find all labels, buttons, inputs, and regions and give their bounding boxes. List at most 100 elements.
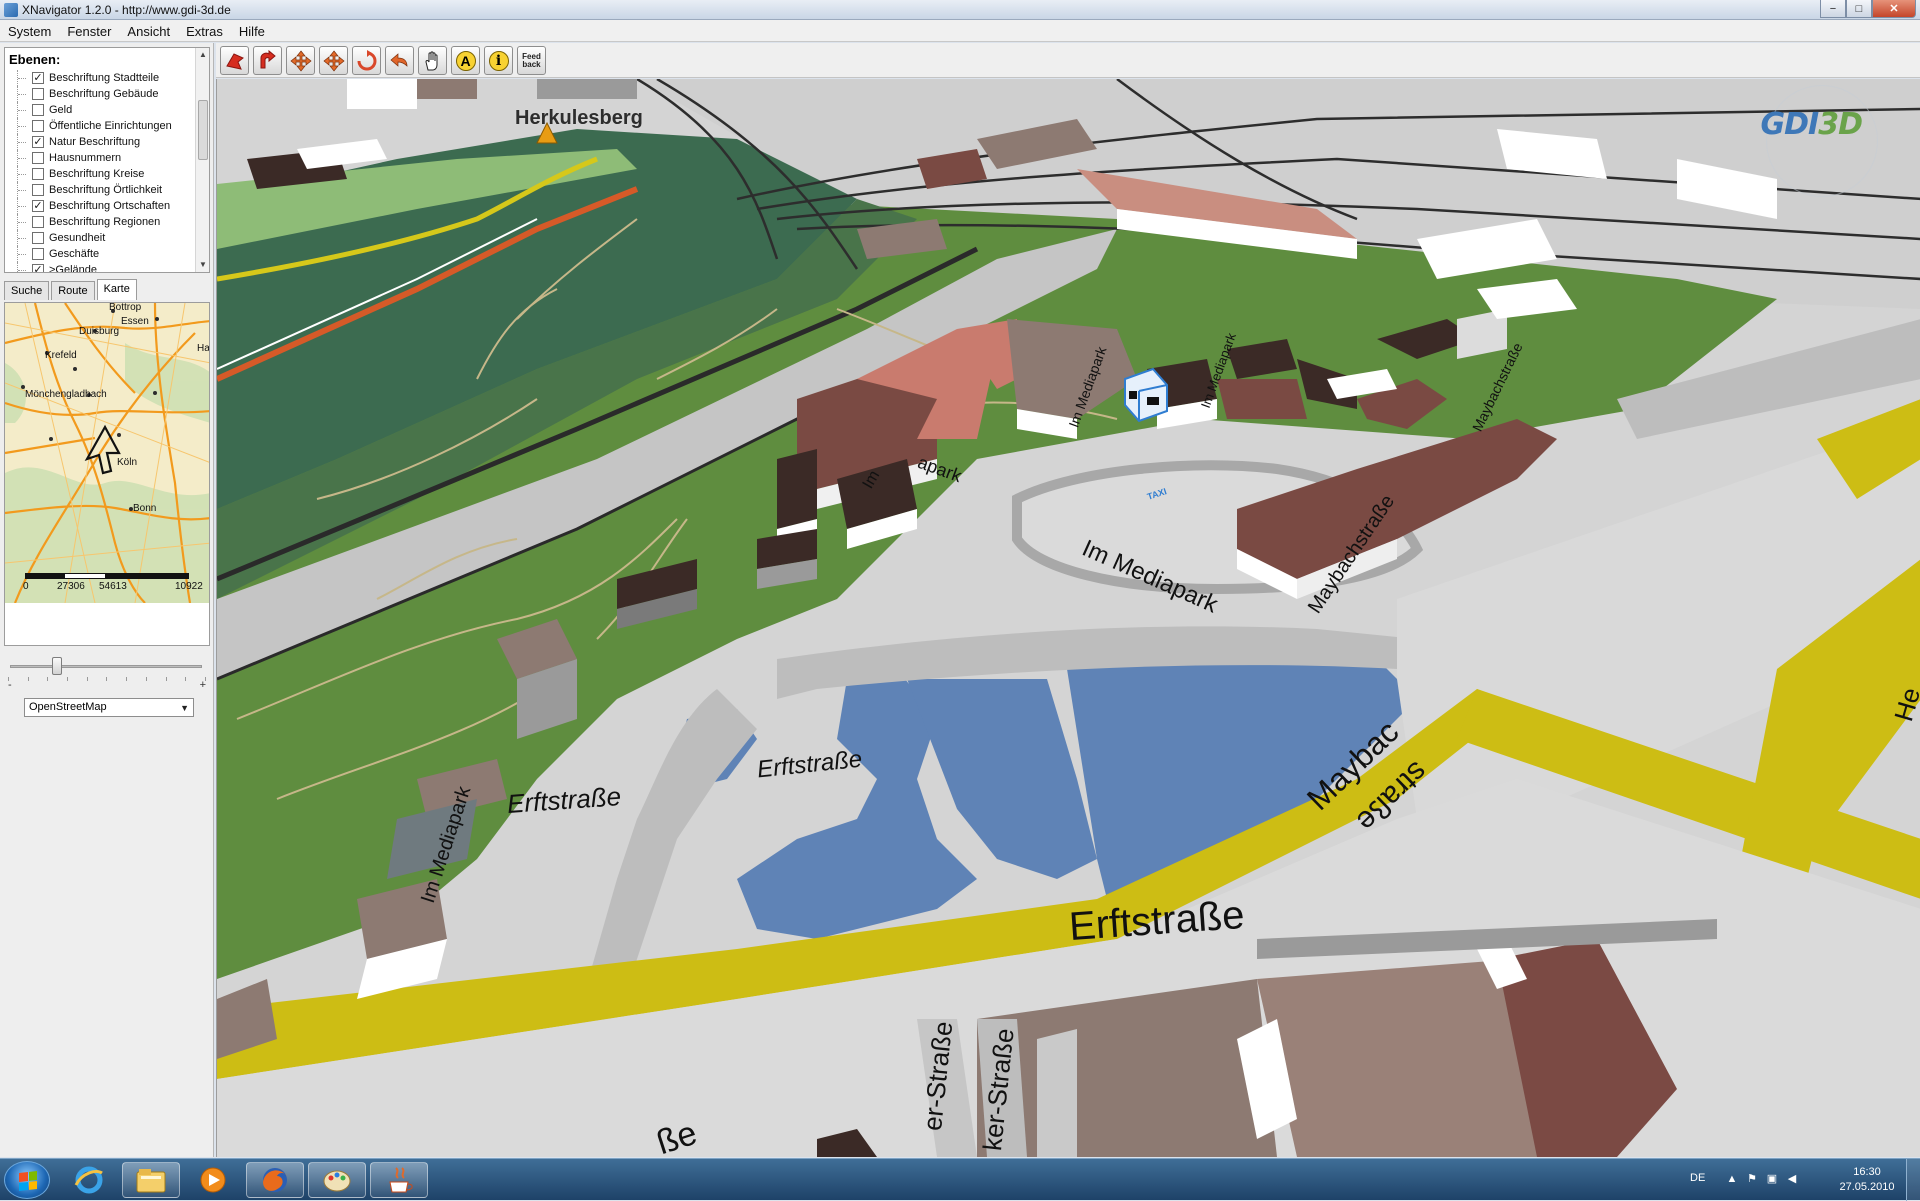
layer-row[interactable]: Beschriftung Örtlichkeit: [17, 182, 172, 198]
layer-checkbox[interactable]: [32, 104, 44, 116]
rotate-tool-button[interactable]: [352, 46, 381, 75]
zoom-slider-ticks: [8, 677, 206, 683]
overview-map-canvas[interactable]: [5, 303, 210, 646]
zoom-minus-label: -: [8, 679, 12, 691]
overview-map[interactable]: Bottrop Essen Duisburg Krefeld Ha Mönche…: [4, 302, 210, 646]
maximize-button[interactable]: □: [1846, 0, 1872, 18]
java-icon: [389, 1167, 413, 1193]
menu-hilfe[interactable]: Hilfe: [231, 20, 273, 41]
scroll-up-icon[interactable]: ▲: [196, 48, 209, 62]
layer-row[interactable]: Öffentliche Einrichtungen: [17, 118, 172, 134]
layers-scrollbar[interactable]: ▲ ▼: [195, 48, 209, 272]
start-button[interactable]: [4, 1161, 50, 1199]
tree-connector: [17, 182, 27, 198]
menu-fenster[interactable]: Fenster: [59, 20, 119, 41]
tab-route[interactable]: Route: [51, 281, 95, 300]
ie-icon: [74, 1166, 103, 1194]
layer-row[interactable]: Beschriftung Kreise: [17, 166, 172, 182]
tilt-red-tool-button[interactable]: [253, 46, 282, 75]
scroll-thumb[interactable]: [198, 100, 208, 160]
layer-row[interactable]: Gesundheit: [17, 230, 172, 246]
layer-checkbox[interactable]: [32, 232, 44, 244]
layer-list: ✓ Beschriftung Stadtteile Beschriftung Geb…: [17, 70, 172, 273]
layer-checkbox[interactable]: [32, 184, 44, 196]
layer-checkbox[interactable]: ✓: [32, 136, 44, 148]
volume-icon[interactable]: ◀: [1786, 1173, 1798, 1185]
taskbar-java[interactable]: [370, 1162, 428, 1198]
clock[interactable]: 16:30 27.05.2010: [1834, 1165, 1900, 1195]
feedback-button[interactable]: Feed back: [517, 46, 546, 75]
tab-suche[interactable]: Suche: [4, 281, 50, 300]
zoom-slider-track[interactable]: [10, 665, 202, 668]
app-icon: [4, 3, 18, 17]
layer-row[interactable]: ✓ Beschriftung Stadtteile: [17, 70, 172, 86]
map-3d-viewport[interactable]: Herkulesberg Erftstraße Erftstraße Erfts…: [216, 79, 1920, 1157]
media-player-icon: [200, 1167, 226, 1193]
feedback-icon: Feed back: [522, 51, 541, 69]
layer-label: Geld: [49, 104, 73, 116]
layer-row[interactable]: Hausnummern: [17, 150, 172, 166]
tray-expand-icon[interactable]: ▲: [1726, 1173, 1738, 1185]
text-tool-button[interactable]: A: [451, 46, 480, 75]
layer-row[interactable]: Geschäfte: [17, 246, 172, 262]
show-desktop-button[interactable]: [1906, 1159, 1920, 1201]
zoom-slider[interactable]: - +: [8, 655, 206, 691]
taskbar-media-player[interactable]: [184, 1162, 242, 1198]
close-button[interactable]: ✕: [1872, 0, 1916, 18]
scale-10922: 10922: [175, 581, 203, 592]
toolbar: A i Feed back: [216, 43, 1920, 78]
menu-extras[interactable]: Extras: [178, 20, 231, 41]
network-icon[interactable]: ▣: [1766, 1173, 1778, 1185]
map-3d-canvas[interactable]: [217, 79, 1920, 1157]
back-tool-button[interactable]: [385, 46, 414, 75]
map-city-bottrop: Bottrop: [109, 302, 142, 313]
layer-checkbox[interactable]: [32, 216, 44, 228]
layer-label: >Gelände: [49, 264, 98, 273]
pan-red-tool-button[interactable]: [220, 46, 249, 75]
layer-label: Beschriftung Ortschaften: [49, 200, 171, 212]
info-tool-button[interactable]: i: [484, 46, 513, 75]
language-indicator[interactable]: DE: [1690, 1172, 1705, 1184]
scroll-down-icon[interactable]: ▼: [196, 258, 209, 272]
map-city-krefeld: Krefeld: [45, 350, 77, 361]
tab-karte[interactable]: Karte: [96, 279, 137, 300]
minimize-button[interactable]: −: [1820, 0, 1846, 18]
layer-checkbox[interactable]: ✓: [32, 264, 44, 272]
layer-checkbox[interactable]: ✓: [32, 72, 44, 84]
layer-row[interactable]: Beschriftung Regionen: [17, 214, 172, 230]
info-tool-label: i: [495, 52, 502, 69]
layer-row[interactable]: ✓ >Gelände: [17, 262, 172, 273]
chevron-down-icon: ▼: [180, 703, 189, 713]
layer-checkbox[interactable]: [32, 120, 44, 132]
hand-tool-button[interactable]: [418, 46, 447, 75]
zoom-slider-thumb[interactable]: [52, 657, 62, 675]
taskbar: DE ▲ ⚑ ▣ ◀ 16:30 27.05.2010: [0, 1158, 1920, 1201]
layer-row[interactable]: Beschriftung Gebäude: [17, 86, 172, 102]
window-controls: − □ ✕: [1820, 0, 1916, 18]
flag-icon[interactable]: ⚑: [1746, 1173, 1758, 1185]
taskbar-firefox[interactable]: [246, 1162, 304, 1198]
layer-row[interactable]: ✓ Natur Beschriftung: [17, 134, 172, 150]
tilt-red-icon: [260, 49, 276, 68]
layer-checkbox[interactable]: [32, 88, 44, 100]
map-source-select[interactable]: OpenStreetMap ▼: [24, 698, 194, 717]
layer-checkbox[interactable]: ✓: [32, 200, 44, 212]
back-arrow-icon: [389, 52, 407, 67]
layer-row[interactable]: ✓ Beschriftung Ortschaften: [17, 198, 172, 214]
taskbar-paint[interactable]: [308, 1162, 366, 1198]
taskbar-ie[interactable]: [60, 1162, 118, 1198]
map-city-bonn: Bonn: [133, 503, 157, 514]
clock-date: 27.05.2010: [1839, 1181, 1895, 1193]
map-city-essen: Essen: [121, 316, 149, 327]
map-city-duisburg: Duisburg: [79, 326, 120, 337]
menu-bar: System Fenster Ansicht Extras Hilfe: [0, 20, 1920, 42]
taskbar-explorer[interactable]: [122, 1162, 180, 1198]
menu-system[interactable]: System: [0, 20, 59, 41]
layer-checkbox[interactable]: [32, 152, 44, 164]
layer-checkbox[interactable]: [32, 168, 44, 180]
layer-row[interactable]: Geld: [17, 102, 172, 118]
move-cross-tool-button[interactable]: [319, 46, 348, 75]
menu-ansicht[interactable]: Ansicht: [119, 20, 178, 41]
move-tool-button[interactable]: [286, 46, 315, 75]
layer-checkbox[interactable]: [32, 248, 44, 260]
